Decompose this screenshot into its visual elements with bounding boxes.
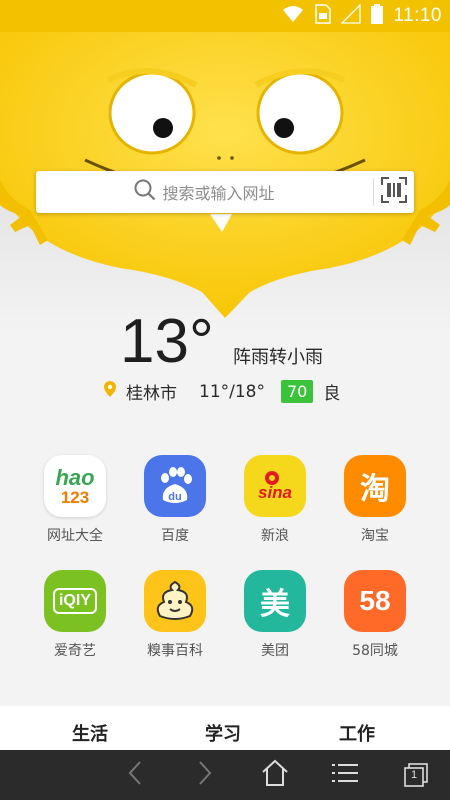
search-bar[interactable]: 搜索或输入网址 [36,171,414,213]
shortcut-label: 新浪 [261,528,289,544]
shortcut-meituan[interactable]: 美 美团 [225,570,325,660]
menu-button[interactable] [325,758,365,792]
shortcut-label: 百度 [161,528,189,544]
svg-text:du: du [168,491,181,503]
tab-work[interactable]: 工作 [339,720,375,746]
shortcut-58[interactable]: 58 58同城 [325,570,425,660]
temperature-range: 11°/18° [199,381,265,402]
bottom-navigation: 1 [0,750,450,800]
search-icon [134,179,156,205]
forward-button[interactable] [185,758,225,792]
status-bar: 11:10 [0,0,450,32]
shortcut-label: 糗事百科 [147,643,203,659]
signal-icon [340,2,362,29]
baidu-paw-icon: du [144,455,206,517]
home-button[interactable] [255,758,295,792]
wifi-icon [281,5,305,28]
shortcut-label: 淘宝 [361,528,389,544]
shortcut-sina[interactable]: sina 新浪 [225,455,325,545]
qiushi-icon [144,570,206,632]
city-name: 桂林市 [126,384,177,404]
search-input[interactable]: 搜索或输入网址 [36,171,373,213]
shortcut-hao123[interactable]: hao 123 网址大全 [25,455,125,545]
location-pin-icon [104,381,116,402]
shortcut-label: 美团 [261,643,289,659]
category-tabs: 生活 学习 工作 [0,706,450,750]
hao123-icon: hao 123 [44,455,106,517]
qr-code-icon [381,177,407,207]
tabs-icon: 1 [404,763,428,787]
meituan-icon: 美 [244,570,306,632]
chevron-left-icon [127,760,143,790]
sim-icon [315,3,332,29]
qr-scan-button[interactable] [374,171,414,213]
shortcut-label: 58同城 [352,643,398,659]
status-icons: 11:10 [281,0,442,32]
weather-widget[interactable]: 13° 阵雨转小雨 桂林市 11°/18° 70 良 [0,305,450,415]
back-button[interactable] [115,758,155,792]
tabs-button[interactable]: 1 [396,758,436,792]
menu-icon [332,762,358,788]
tab-count: 1 [410,769,418,781]
home-icon [261,759,289,791]
aqi-level: 良 [323,384,341,404]
shortcut-label: 爱奇艺 [54,643,96,659]
clock: 11:10 [393,5,442,26]
svg-text:sina: sina [258,483,292,502]
weather-details: 桂林市 11°/18° 70 良 [104,379,340,404]
iqiyi-icon: iQIY [44,570,106,632]
weather-description: 阵雨转小雨 [233,347,323,368]
mascot-background [0,0,450,330]
battery-icon [371,3,384,29]
taobao-icon: 淘 [344,455,406,517]
shortcut-iqiyi[interactable]: iQIY 爱奇艺 [25,570,125,660]
chevron-right-icon [197,760,213,790]
shortcut-baidu[interactable]: du 百度 [125,455,225,545]
search-placeholder: 搜索或输入网址 [162,184,275,203]
shortcut-taobao[interactable]: 淘 淘宝 [325,455,425,545]
tab-life[interactable]: 生活 [72,720,108,746]
temperature: 13° [120,307,214,376]
sina-icon: sina [244,455,306,517]
58-icon: 58 [344,570,406,632]
shortcut-label: 网址大全 [47,528,103,544]
tab-study[interactable]: 学习 [205,720,241,746]
aqi-badge: 70 [281,380,314,403]
shortcut-qiushi[interactable]: 糗事百科 [125,570,225,660]
